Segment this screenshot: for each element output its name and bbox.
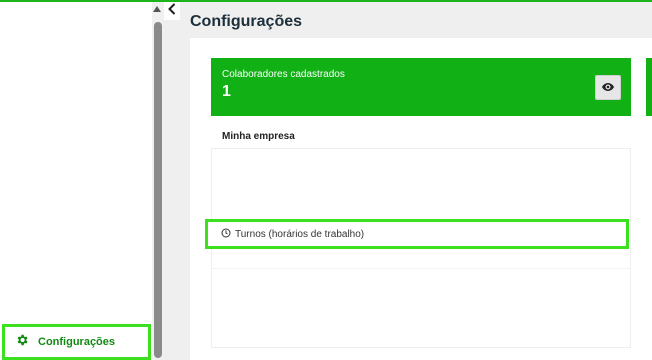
- next-card-edge: [646, 58, 652, 116]
- scrollbar-thumb[interactable]: [154, 22, 162, 358]
- sidebar-scrollbar[interactable]: [152, 2, 164, 360]
- gear-icon: [15, 333, 29, 352]
- scroll-up-arrow-icon[interactable]: [153, 6, 161, 12]
- sidebar-item-configuracoes[interactable]: Configurações: [2, 324, 151, 360]
- clock-icon: [221, 225, 231, 243]
- list-divider: [211, 268, 631, 269]
- content-area: Colaboradores cadastrados 1 Minha empres…: [190, 38, 652, 360]
- sidebar-item-label: Configurações: [38, 336, 116, 348]
- stat-card-colaboradores: Colaboradores cadastrados 1: [211, 58, 631, 116]
- list-item-label: Turnos (horários de trabalho): [235, 228, 365, 240]
- stat-card-value: 1: [222, 83, 231, 100]
- list-item-turnos[interactable]: Turnos (horários de trabalho): [205, 219, 629, 249]
- collapse-sidebar-button[interactable]: [164, 2, 180, 20]
- main-panel: Configurações Colaboradores cadastrados …: [164, 2, 652, 360]
- chevron-left-icon: [168, 2, 176, 20]
- view-colaboradores-button[interactable]: [595, 75, 621, 100]
- app-window: Configurações Configurações Colaboradore…: [0, 0, 652, 360]
- section-title-minha-empresa: Minha empresa: [222, 131, 295, 142]
- page-title: Configurações: [190, 13, 303, 30]
- stat-card-title: Colaboradores cadastrados: [222, 69, 345, 80]
- sidebar: Configurações: [0, 2, 152, 360]
- eye-icon: [602, 79, 614, 97]
